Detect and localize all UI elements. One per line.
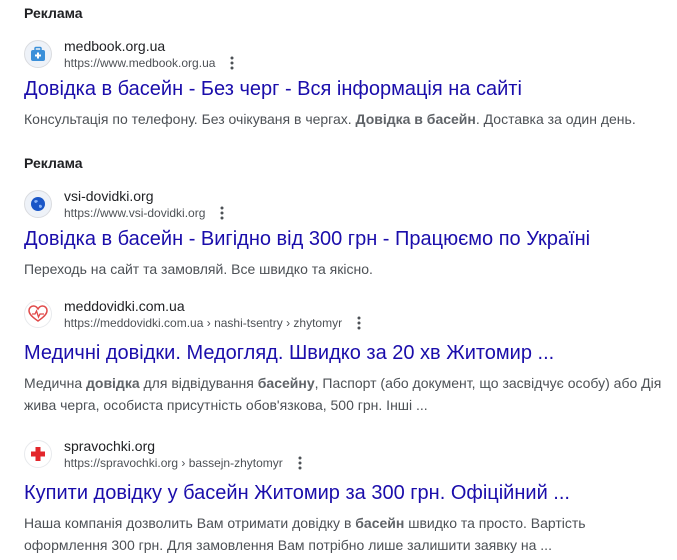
red-cross-icon	[24, 440, 52, 468]
snippet-text: Наша компанія дозволить Вам отримати дов…	[24, 515, 356, 531]
site-name[interactable]: meddovidki.com.ua	[64, 297, 364, 315]
result-title-link[interactable]: Довідка в басейн - Вигідно від 300 грн -…	[24, 226, 664, 252]
more-options-icon[interactable]	[354, 315, 364, 331]
result-title-link[interactable]: Купити довідку у басейн Житомир за 300 г…	[24, 480, 664, 506]
site-name[interactable]: vsi-dovidki.org	[64, 187, 227, 205]
result-title-link[interactable]: Довідка в басейн - Без черг - Вся інформ…	[24, 76, 664, 102]
site-url-row: https://www.vsi-dovidki.org	[64, 205, 227, 221]
ad-label: Реклама	[24, 5, 83, 21]
snippet-text: . Доставка за один день.	[475, 111, 636, 127]
site-url-row: https://meddovidki.com.ua › nashi-tsentr…	[64, 315, 364, 331]
site-name[interactable]: medbook.org.ua	[64, 37, 237, 55]
snippet-text: Консультація по телефону. Без очікуваня …	[24, 111, 356, 127]
medical-bag-icon	[24, 40, 52, 68]
site-info: spravochki.org https://spravochki.org › …	[64, 437, 305, 471]
more-options-icon[interactable]	[295, 455, 305, 471]
site-url-row: https://www.medbook.org.ua	[64, 55, 237, 71]
snippet-highlight: басейн	[355, 515, 405, 531]
site-url[interactable]: https://meddovidki.com.ua › nashi-tsentr…	[64, 315, 342, 331]
result-snippet: Консультація по телефону. Без очікуваня …	[24, 108, 664, 130]
site-info: medbook.org.ua https://www.medbook.org.u…	[64, 37, 237, 71]
snippet-text: Переходь на сайт та замовляй. Все швидко…	[24, 261, 373, 277]
site-url[interactable]: https://spravochki.org › bassejn-zhytomy…	[64, 455, 283, 471]
snippet-text: Медична	[24, 375, 86, 391]
snippet-text: для відвідування	[139, 375, 258, 391]
result-meddovidki: meddovidki.com.ua https://meddovidki.com…	[24, 296, 664, 416]
result-title-link[interactable]: Медичні довідки. Медогляд. Швидко за 20 …	[24, 340, 664, 366]
result-snippet: Медична довідка для відвідування басейну…	[24, 372, 664, 416]
ad-result-medbook: Реклама medbook.org.ua https://www.medbo…	[24, 0, 664, 130]
globe-icon	[24, 190, 52, 218]
snippet-highlight: басейну	[257, 375, 315, 391]
more-options-icon[interactable]	[227, 55, 237, 71]
result-header: medbook.org.ua https://www.medbook.org.u…	[24, 36, 664, 72]
heart-pulse-icon	[24, 300, 52, 328]
snippet-highlight: довідка	[86, 375, 140, 391]
site-info: meddovidki.com.ua https://meddovidki.com…	[64, 297, 364, 331]
result-snippet: Переходь на сайт та замовляй. Все швидко…	[24, 258, 664, 280]
snippet-highlight: Довідка в басейн	[355, 111, 476, 127]
ad-result-vsi-dovidki: Реклама vsi-dovidki.org https://www.vsi-…	[24, 150, 664, 280]
site-url[interactable]: https://www.vsi-dovidki.org	[64, 205, 205, 221]
result-spravochki: spravochki.org https://spravochki.org › …	[24, 436, 664, 556]
site-info: vsi-dovidki.org https://www.vsi-dovidki.…	[64, 187, 227, 221]
site-url[interactable]: https://www.medbook.org.ua	[64, 55, 215, 71]
result-header: meddovidki.com.ua https://meddovidki.com…	[24, 296, 664, 332]
site-url-row: https://spravochki.org › bassejn-zhytomy…	[64, 455, 305, 471]
result-snippet: Наша компанія дозволить Вам отримати дов…	[24, 512, 664, 556]
more-options-icon[interactable]	[217, 205, 227, 221]
result-header: spravochki.org https://spravochki.org › …	[24, 436, 664, 472]
site-name[interactable]: spravochki.org	[64, 437, 305, 455]
ad-label: Реклама	[24, 155, 83, 171]
result-header: vsi-dovidki.org https://www.vsi-dovidki.…	[24, 186, 664, 222]
